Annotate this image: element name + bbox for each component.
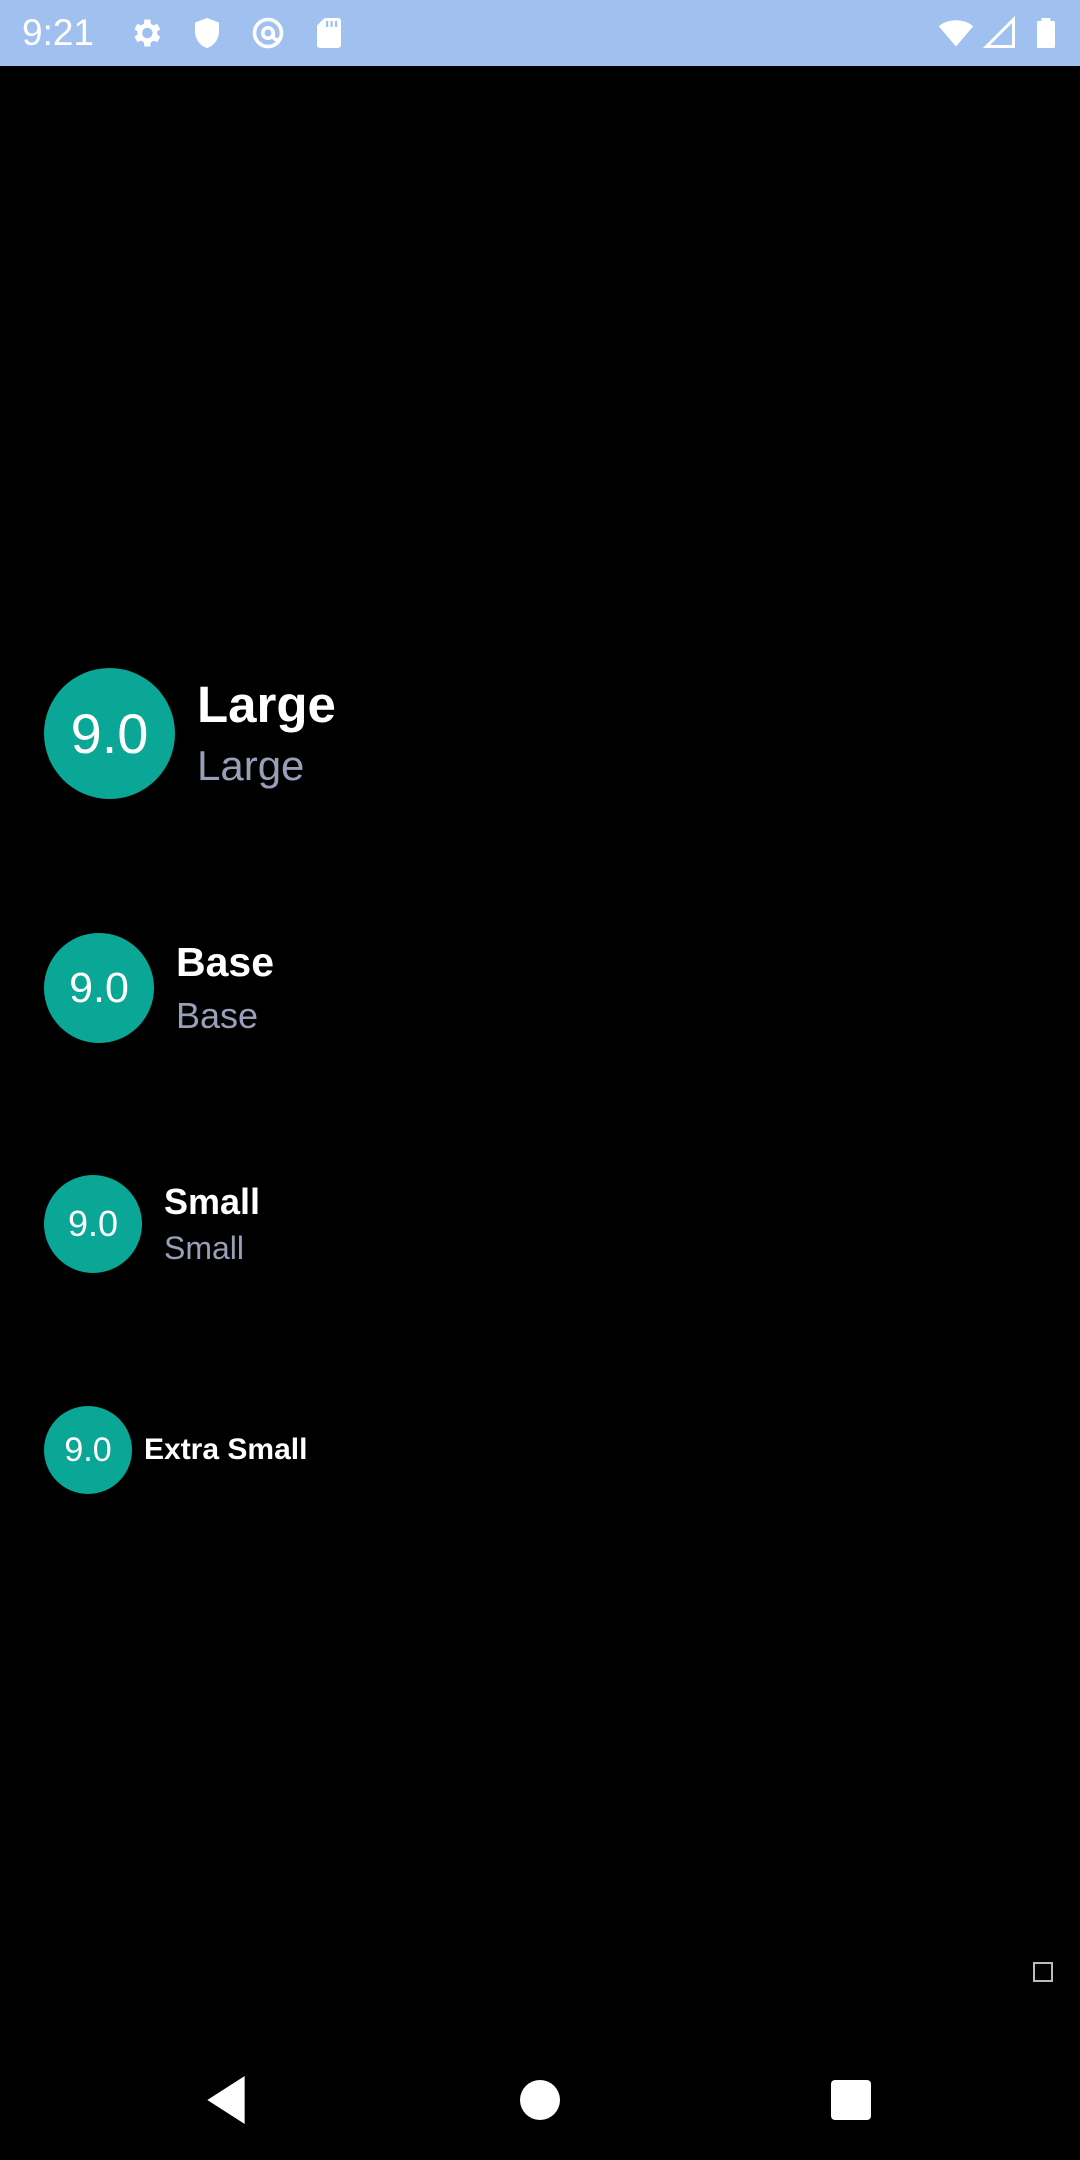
rating-title: Base <box>176 939 275 985</box>
status-time: 9:21 <box>22 12 95 53</box>
rating-title: Small <box>164 1181 261 1222</box>
rating-text: Small Small <box>164 1179 260 1269</box>
rating-title: Extra Small <box>144 1433 308 1466</box>
rating-small: 9.0 Small Small <box>44 1175 260 1273</box>
recents-icon[interactable] <box>819 2068 883 2132</box>
rating-extra-small: 9.0 Extra Small <box>44 1406 307 1494</box>
rating-text: Large Large <box>197 674 336 794</box>
gear-icon <box>128 15 164 51</box>
signal-icon <box>982 15 1018 51</box>
rating-base: 9.0 Base Base <box>44 933 274 1043</box>
rating-text: Base Base <box>176 936 274 1040</box>
status-bar: 9:21 <box>0 0 1080 66</box>
battery-icon <box>1028 15 1064 51</box>
at-sign-icon <box>250 15 286 51</box>
rating-subtitle: Large <box>197 741 305 789</box>
wifi-icon <box>938 15 974 51</box>
screen: 9:21 9.0 Large Large 9.0 Base Base 9.0 S… <box>0 0 1080 2160</box>
rating-badge: 9.0 <box>44 1175 142 1273</box>
rating-large: 9.0 Large Large <box>44 668 336 799</box>
rating-subtitle: Small <box>164 1230 245 1266</box>
rating-badge: 9.0 <box>44 933 154 1043</box>
navigation-bar <box>0 2040 1080 2160</box>
home-icon[interactable] <box>508 2068 572 2132</box>
rating-badge: 9.0 <box>44 668 175 799</box>
rating-text: Extra Small <box>144 1430 307 1470</box>
corner-square-icon <box>1033 1962 1053 1982</box>
sd-card-icon <box>311 15 347 51</box>
rating-badge: 9.0 <box>44 1406 132 1494</box>
back-icon[interactable] <box>194 2068 258 2132</box>
rating-subtitle: Base <box>176 995 259 1036</box>
rating-title: Large <box>197 675 336 733</box>
shield-icon <box>189 15 225 51</box>
